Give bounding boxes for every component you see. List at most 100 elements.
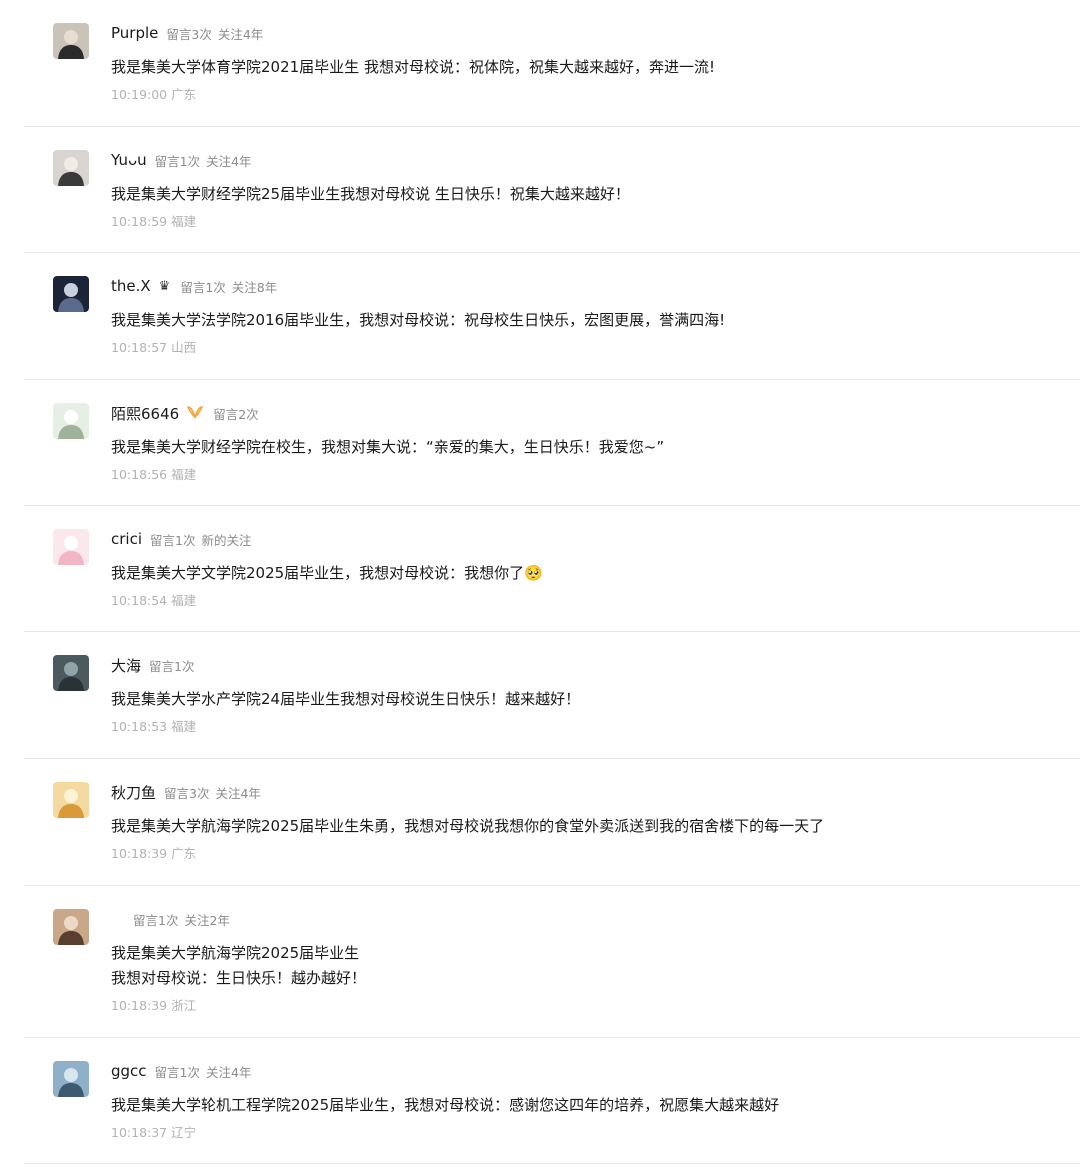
stat-label: 留言3次 [166, 26, 212, 42]
stat-label: 留言1次 [154, 153, 201, 169]
comment-content: 我是集美大学财经学院25届毕业生我想对母校说 生日快乐！祝集大越来越好！ [111, 182, 630, 207]
comment-text-line: 我是集美大学体育学院2021届毕业生 我想对母校说：祝体院，祝集大越来越好，奔进… [111, 58, 715, 76]
location: 福建 [171, 467, 197, 482]
stat-label: 关注4年 [217, 26, 264, 42]
comment-content: 我是集美大学法学院2016届毕业生，我想对母校说：祝母校生日快乐，宏图更展，誉满… [111, 308, 725, 333]
comment-text-line: 我是集美大学航海学院2025届毕业生朱勇，我想对母校说我想你的食堂外卖派送到我的… [111, 817, 825, 835]
avatar[interactable] [53, 276, 89, 312]
location: 浙江 [171, 998, 197, 1013]
user-stats: 留言2次 [213, 404, 264, 423]
comment-text-line: 我是集美大学水产学院24届毕业生我想对母校说生日快乐！越来越好！ [111, 690, 581, 708]
nickname[interactable]: 陌熙6646 [111, 403, 179, 424]
stat-label: 留言1次 [150, 532, 196, 548]
comment-item: 秋刀鱼 留言3次 关注4年我是集美大学航海学院2025届毕业生朱勇，我想对母校说我想… [24, 759, 1080, 886]
comment-meta: the.X ♛ 留言1次 关注8年 [111, 276, 283, 296]
comment-text-line: 我是集美大学财经学院25届毕业生我想对母校说 生日快乐！祝集大越来越好！ [111, 185, 630, 203]
stat-label: 关注4年 [206, 1064, 252, 1080]
timestamp: 10:19:00 [111, 87, 168, 102]
user-stats: 留言1次 [149, 656, 200, 675]
location: 福建 [171, 719, 197, 734]
comment-item: the.X ♛ 留言1次 关注8年我是集美大学法学院2016届毕业生，我想对母校说：祝… [24, 253, 1080, 380]
stat-label: 关注8年 [231, 279, 278, 295]
nickname[interactable]: the.X [111, 277, 151, 295]
user-stats: 留言1次 关注4年 [155, 1062, 258, 1081]
comment-meta: 大海 留言1次 [111, 655, 200, 675]
comment-meta: 留言1次 关注2年 [111, 909, 236, 929]
comment-text-line: 我是集美大学法学院2016届毕业生，我想对母校说：祝母校生日快乐，宏图更展，誉满… [111, 311, 726, 329]
comment-item: ggcc 留言1次 关注4年我是集美大学轮机工程学院2025届毕业生，我想对母校说：… [24, 1038, 1080, 1164]
comment-meta: ggcc 留言1次 关注4年 [111, 1061, 257, 1081]
nickname[interactable]: Purple [111, 24, 158, 42]
avatar[interactable] [53, 909, 89, 945]
comment-text-line: 我是集美大学航海学院2025届毕业生 [111, 944, 360, 962]
location: 辽宁 [171, 1125, 197, 1140]
avatar[interactable] [53, 150, 89, 186]
comment-content: 我是集美大学水产学院24届毕业生我想对母校说生日快乐！越来越好！ [111, 687, 580, 712]
nickname[interactable]: Yuᴗu [111, 151, 147, 169]
comment-content: 我是集美大学轮机工程学院2025届毕业生，我想对母校说：感谢您这四年的培养，祝愿… [111, 1093, 779, 1118]
stat-label: 留言1次 [133, 912, 179, 928]
comment-meta: Yuᴗu 留言1次 关注4年 [111, 150, 258, 170]
comment-meta: crici 留言1次 新的关注 [111, 529, 257, 549]
comment-text-line: 我是集美大学财经学院在校生，我想对集大说：“亲爱的集大，生日快乐！我爱您~” [111, 438, 665, 456]
avatar[interactable] [53, 403, 89, 439]
location: 山西 [171, 340, 197, 355]
comment-item: 大海 留言1次我是集美大学水产学院24届毕业生我想对母校说生日快乐！越来越好！ 10… [24, 632, 1080, 759]
comment-time-location: 10:18:57 山西 [111, 337, 200, 356]
location: 广东 [171, 846, 197, 861]
timestamp: 10:18:57 [111, 340, 168, 355]
crown-icon: ♛ [158, 278, 171, 294]
user-stats: 留言3次 关注4年 [166, 24, 269, 43]
location: 福建 [171, 214, 197, 229]
stat-label: 关注2年 [184, 912, 230, 928]
avatar[interactable] [53, 23, 89, 59]
comment-time-location: 10:18:56 福建 [111, 464, 200, 483]
user-stats: 留言3次 关注4年 [164, 783, 267, 802]
comment-time-location: 10:18:39 浙江 [111, 995, 200, 1014]
timestamp: 10:18:39 [111, 998, 168, 1013]
stat-label: 留言1次 [149, 658, 195, 674]
avatar[interactable] [53, 1061, 89, 1097]
user-stats: 留言1次 新的关注 [150, 530, 257, 549]
comment-content: 我是集美大学体育学院2021届毕业生 我想对母校说：祝体院，祝集大越来越好，奔进… [111, 55, 715, 80]
comment-content: 我是集美大学航海学院2025届毕业生 我想对母校说：生日快乐！越办越好！ [111, 941, 366, 991]
comment-content: 我是集美大学文学院2025届毕业生，我想对母校说：我想你了🥺 [111, 561, 543, 586]
avatar[interactable] [53, 782, 89, 818]
timestamp: 10:18:54 [111, 593, 168, 608]
nickname[interactable]: ggcc [111, 1062, 147, 1080]
comment-time-location: 10:18:59 福建 [111, 211, 200, 230]
timestamp: 10:18:56 [111, 467, 168, 482]
timestamp: 10:18:37 [111, 1125, 168, 1140]
comment-content: 我是集美大学财经学院在校生，我想对集大说：“亲爱的集大，生日快乐！我爱您~” [111, 435, 664, 460]
comment-item: Yuᴗu 留言1次 关注4年我是集美大学财经学院25届毕业生我想对母校说 生日快乐！… [24, 127, 1080, 253]
timestamp: 10:18:39 [111, 846, 168, 861]
user-stats: 留言1次 关注4年 [155, 151, 258, 170]
comment-meta: Purple 留言3次 关注4年 [111, 23, 269, 43]
nickname[interactable]: 大海 [111, 655, 141, 676]
stat-label: 留言3次 [164, 785, 210, 801]
comment-text-line: 我是集美大学轮机工程学院2025届毕业生，我想对母校说：感谢您这四年的培养，祝愿… [111, 1096, 780, 1114]
stat-label: 留言1次 [180, 279, 226, 295]
location: 福建 [171, 593, 197, 608]
comment-meta: 秋刀鱼 留言3次 关注4年 [111, 782, 267, 802]
comment-item: crici 留言1次 新的关注我是集美大学文学院2025届毕业生，我想对母校说：我想… [24, 506, 1080, 632]
stat-label: 新的关注 [201, 532, 252, 548]
location: 广东 [171, 87, 197, 102]
stat-label: 关注4年 [206, 153, 252, 169]
comment-item: Purple 留言3次 关注4年我是集美大学体育学院2021届毕业生 我想对母校说：… [24, 0, 1080, 127]
orange-badge-icon [186, 405, 204, 422]
stat-label: 留言2次 [213, 406, 259, 422]
comment-time-location: 10:18:37 辽宁 [111, 1122, 200, 1141]
comment-time-location: 10:18:54 福建 [111, 590, 200, 609]
avatar[interactable] [53, 529, 89, 565]
timestamp: 10:18:53 [111, 719, 168, 734]
stat-label: 留言1次 [154, 1064, 200, 1080]
comment-meta: 陌熙6646 留言2次 [111, 403, 265, 423]
comment-list: Purple 留言3次 关注4年 我是集美大学体育学院2021届毕业生 我想对母校说：… [0, 0, 1080, 1167]
timestamp: 10:18:59 [111, 214, 168, 229]
nickname[interactable]: 秋刀鱼 [111, 782, 156, 803]
nickname[interactable]: crici [111, 530, 142, 548]
user-stats: 留言1次 关注8年 [180, 277, 283, 296]
avatar[interactable] [53, 655, 89, 691]
comment-content: 我是集美大学航海学院2025届毕业生朱勇，我想对母校说我想你的食堂外卖派送到我的… [111, 814, 824, 839]
